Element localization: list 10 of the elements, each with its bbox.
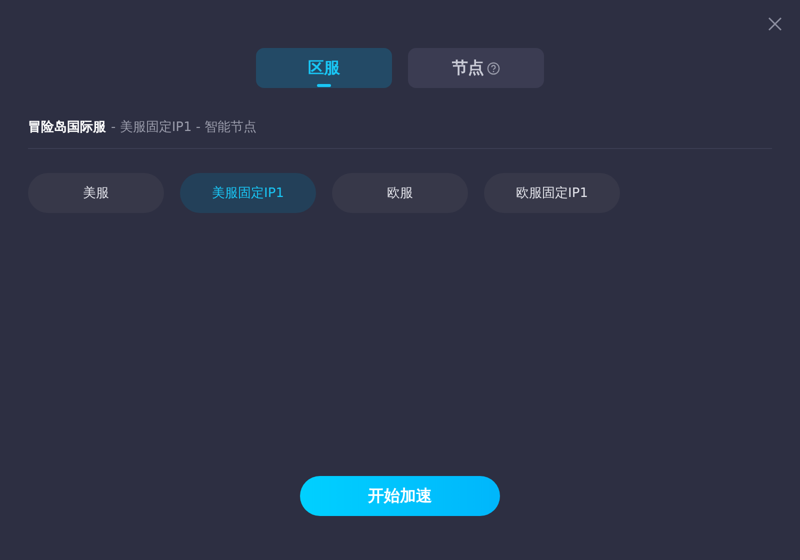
region-option[interactable]: 欧服固定IP1 — [484, 173, 620, 213]
tab[interactable]: 区服 — [256, 48, 392, 88]
tab-indicator — [317, 84, 331, 87]
region-option[interactable]: 美服固定IP1 — [180, 173, 316, 213]
tab[interactable]: 节点 — [408, 48, 544, 88]
game-title: 冒险岛国际服 — [28, 119, 106, 136]
region-option[interactable]: 欧服 — [332, 173, 468, 213]
selection-path: - 美服固定IP1 - 智能节点 — [111, 119, 257, 136]
region-option[interactable]: 美服 — [28, 173, 164, 213]
close-icon[interactable] — [768, 17, 782, 31]
